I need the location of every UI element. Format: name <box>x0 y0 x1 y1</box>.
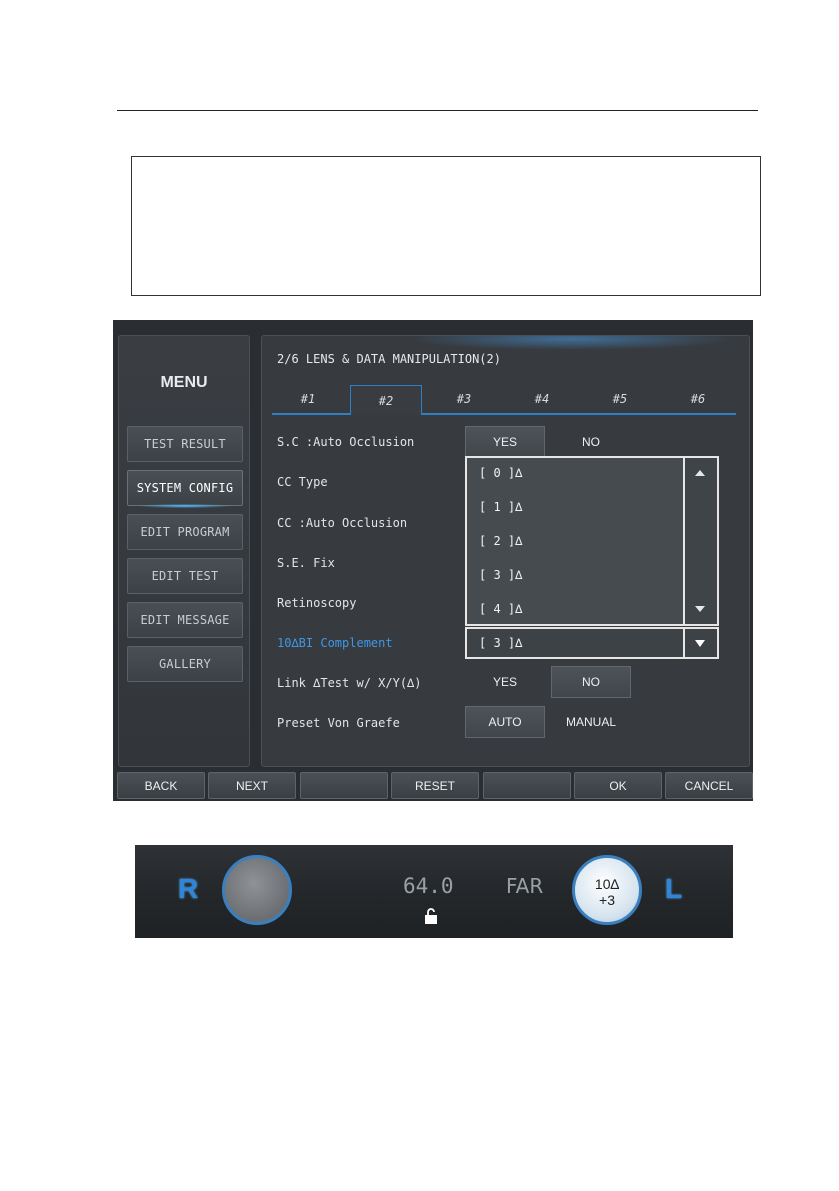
next-button[interactable]: NEXT <box>208 772 296 799</box>
left-prism-base: +3 <box>599 892 615 908</box>
left-eye-label: L <box>665 873 683 904</box>
page-rule <box>117 110 758 111</box>
right-eye-indicator[interactable] <box>222 855 292 925</box>
blank-button-1[interactable] <box>300 772 388 799</box>
label-link-test: Link ∆Test w/ X/Y(∆) <box>277 676 422 690</box>
label-bi-complement: 10∆BI Complement <box>277 636 393 650</box>
bi-complement-value: [ 3 ]∆ <box>479 636 523 650</box>
bi-complement-select[interactable]: [ 3 ]∆ <box>465 627 719 659</box>
bottom-button-bar: BACK NEXT RESET OK CANCEL <box>113 771 753 801</box>
menu-test-result-button[interactable]: TEST RESULT <box>127 426 243 462</box>
link-test-no-button[interactable]: NO <box>551 666 631 698</box>
tab-3[interactable]: #3 <box>428 385 500 413</box>
menu-title: MENU <box>160 374 208 391</box>
label-sc-auto-occlusion: S.C :Auto Occlusion <box>277 435 415 449</box>
menu-gallery-button[interactable]: GALLERY <box>127 646 243 682</box>
distance-mode: FAR <box>506 874 544 898</box>
sc-auto-occlusion-no-button[interactable]: NO <box>551 426 631 458</box>
menu-edit-program-button[interactable]: EDIT PROGRAM <box>127 514 243 550</box>
config-screen: MENU TEST RESULT SYSTEM CONFIG EDIT PROG… <box>113 320 753 801</box>
dropdown-toggle[interactable] <box>683 629 717 657</box>
back-button[interactable]: BACK <box>117 772 205 799</box>
tab-bar: #1 #2 #3 #4 #5 #6 <box>272 385 736 415</box>
scroll-up-icon[interactable] <box>695 470 705 476</box>
von-graefe-auto-button[interactable]: AUTO <box>465 706 545 738</box>
label-se-fix: S.E. Fix <box>277 556 335 570</box>
right-eye-label: R <box>178 873 199 904</box>
panel-title: 2/6 LENS & DATA MANIPULATION(2) <box>277 352 501 366</box>
tab-2[interactable]: #2 <box>350 385 422 415</box>
left-eye-indicator[interactable]: 10∆ +3 <box>572 855 642 925</box>
dropdown-list: [ 0 ]∆ [ 1 ]∆ [ 2 ]∆ [ 3 ]∆ [ 4 ]∆ <box>465 456 719 626</box>
tab-4[interactable]: #4 <box>506 385 578 413</box>
menu-system-config-button[interactable]: SYSTEM CONFIG <box>127 470 243 508</box>
pd-value: 64.0 <box>403 874 454 898</box>
cancel-button[interactable]: CANCEL <box>665 772 753 799</box>
dropdown-option-1[interactable]: [ 1 ]∆ <box>479 500 522 514</box>
unlock-icon <box>425 908 437 924</box>
chevron-down-icon <box>695 640 705 647</box>
dropdown-option-2[interactable]: [ 2 ]∆ <box>479 534 522 548</box>
blank-button-2[interactable] <box>483 772 571 799</box>
panel-glow <box>412 336 732 350</box>
dropdown-option-3[interactable]: [ 3 ]∆ <box>479 568 522 582</box>
tab-5[interactable]: #5 <box>584 385 656 413</box>
label-preset-von-graefe: Preset Von Graefe <box>277 716 400 730</box>
ok-button[interactable]: OK <box>574 772 662 799</box>
sc-auto-occlusion-yes-button[interactable]: YES <box>465 426 545 458</box>
left-prism-value: 10∆ <box>594 876 620 892</box>
left-prism-readout: 10∆ +3 <box>575 876 639 908</box>
dropdown-scrollbar[interactable] <box>683 458 717 624</box>
dropdown-option-4[interactable]: [ 4 ]∆ <box>479 602 522 616</box>
side-menu: MENU TEST RESULT SYSTEM CONFIG EDIT PROG… <box>118 335 250 767</box>
reset-button[interactable]: RESET <box>391 772 479 799</box>
dropdown-option-0[interactable]: [ 0 ]∆ <box>479 466 522 480</box>
label-cc-type: CC Type <box>277 475 328 489</box>
label-retinoscopy: Retinoscopy <box>277 596 357 610</box>
status-strip: R 64.0 FAR 10∆ +3 L <box>135 845 733 938</box>
menu-edit-message-button[interactable]: EDIT MESSAGE <box>127 602 243 638</box>
menu-edit-test-button[interactable]: EDIT TEST <box>127 558 243 594</box>
tab-1[interactable]: #1 <box>272 385 344 413</box>
von-graefe-manual-button[interactable]: MANUAL <box>551 706 631 738</box>
label-cc-auto-occlusion: CC :Auto Occlusion <box>277 516 408 530</box>
settings-panel: 2/6 LENS & DATA MANIPULATION(2) #1 #2 #3… <box>261 335 750 767</box>
scroll-down-icon[interactable] <box>695 606 705 612</box>
tab-6[interactable]: #6 <box>662 385 734 413</box>
link-test-yes-button[interactable]: YES <box>465 666 545 698</box>
note-box <box>131 156 761 296</box>
